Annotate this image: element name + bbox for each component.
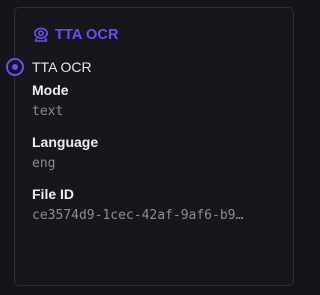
field-value-mode: text [32, 104, 64, 119]
field-file-id: File ID ce3574d9-1cec-42af-9af6-b9… [32, 185, 278, 224]
output-label: TTA OCR [32, 59, 92, 75]
node-title: TTA OCR [55, 27, 119, 43]
field-language: Language eng [32, 133, 278, 172]
field-label-mode: Mode [32, 82, 69, 98]
node-header[interactable]: TTA OCR [33, 25, 119, 45]
output-port-handle[interactable] [5, 57, 25, 77]
camera-lens-icon [34, 27, 48, 42]
field-mode: Mode text [32, 81, 278, 120]
field-value-file-id: ce3574d9-1cec-42af-9af6-b9… [32, 208, 244, 223]
field-value-language: eng [32, 156, 56, 171]
field-label-language: Language [32, 134, 99, 150]
field-label-file-id: File ID [32, 186, 75, 202]
